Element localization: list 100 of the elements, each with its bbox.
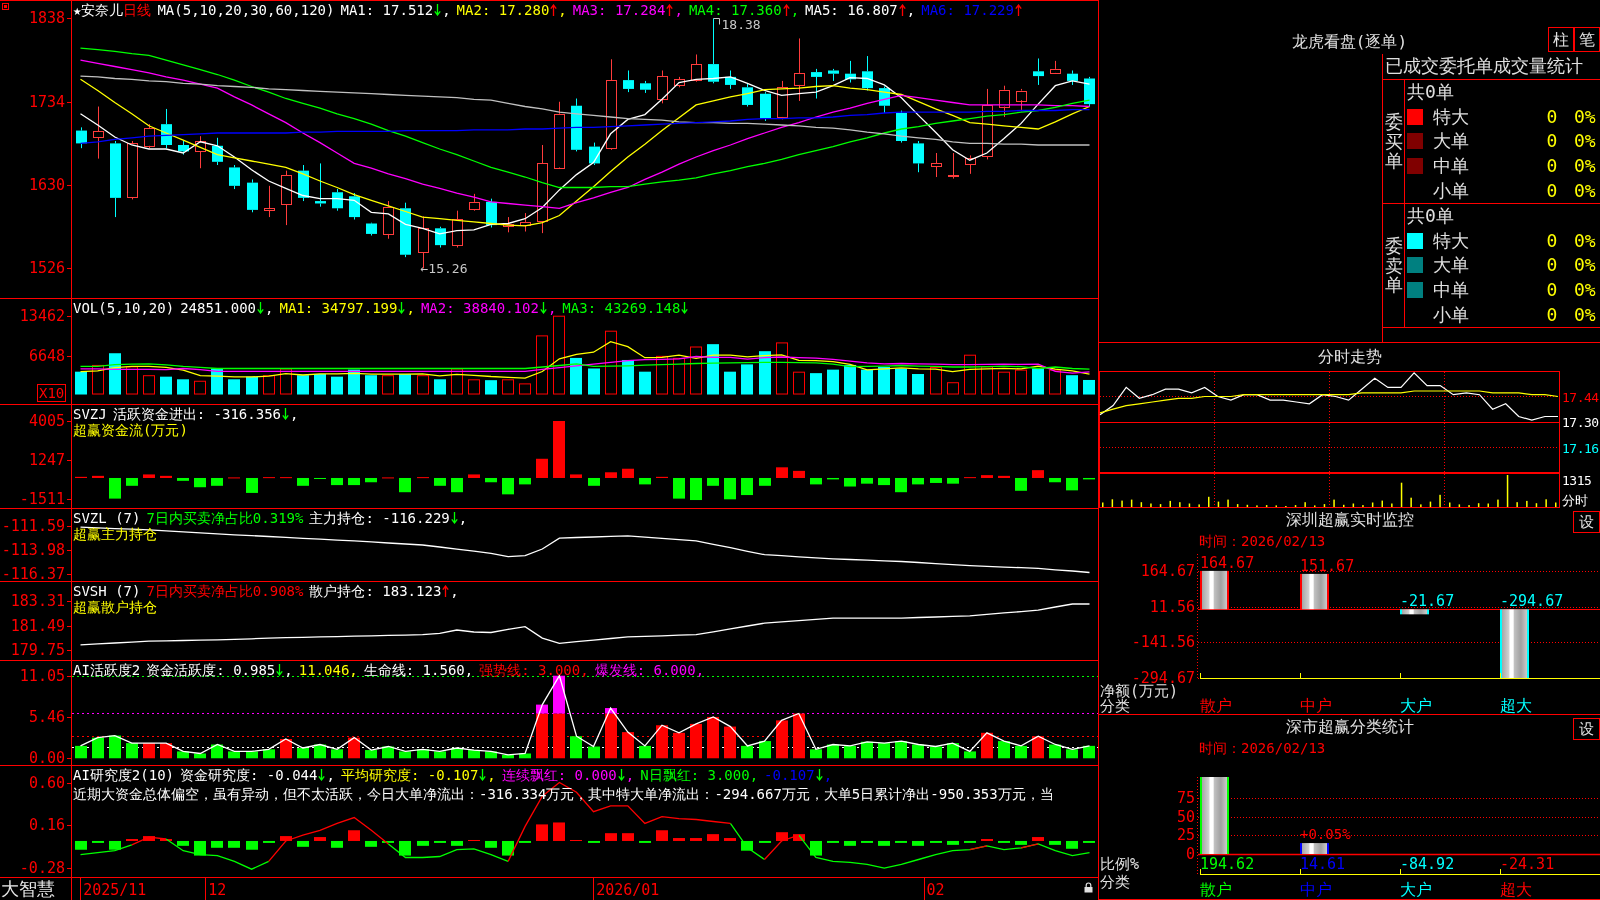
- fund-flow-bar: [861, 478, 873, 484]
- separator-text: ,: [790, 2, 800, 18]
- research-bar: [912, 840, 924, 846]
- fund-flow-bar: [399, 478, 411, 493]
- volume-bar: [1066, 375, 1078, 395]
- activity-bar: [998, 741, 1010, 759]
- order-share: 0%: [1574, 154, 1597, 179]
- separator-text: ,: [547, 300, 557, 316]
- fund-flow-bar: [194, 478, 206, 488]
- indicator-name: SVSH (7): [73, 583, 141, 599]
- volume-bar: [588, 368, 600, 395]
- research-bar: [365, 840, 377, 847]
- activity-bar: [1032, 736, 1044, 759]
- amount-label: -84.92: [1400, 855, 1455, 873]
- volume-bar: [639, 371, 651, 395]
- axis-label: 179.75: [10, 640, 65, 659]
- candlestick: [948, 152, 959, 180]
- research-bar: [776, 832, 788, 841]
- separator-text: ,: [823, 767, 833, 783]
- volume-bar: [399, 374, 411, 395]
- volume-bar: [365, 375, 377, 395]
- app-logo: 大智慧: [1, 879, 55, 899]
- activity-bar: [1083, 745, 1095, 759]
- category-label: 散户: [1200, 880, 1232, 899]
- activity-bar: [468, 750, 480, 759]
- activity-bar: [382, 746, 394, 759]
- research-bar: [656, 830, 668, 841]
- research-bar: [553, 822, 565, 841]
- category-label: 中户: [1300, 696, 1332, 714]
- research-bar: [690, 838, 702, 841]
- square-icon: [2, 3, 9, 10]
- volume-bar: [656, 355, 668, 395]
- view-button[interactable]: 柱: [1548, 27, 1574, 52]
- candlestick: [862, 55, 873, 91]
- view-button[interactable]: 笔: [1574, 27, 1600, 52]
- research-bar: [895, 840, 907, 843]
- volume-bar: [844, 364, 856, 395]
- fund-flow-bar: [331, 478, 343, 486]
- volume-bar: [228, 379, 240, 395]
- fund-flow-bar: [759, 478, 771, 486]
- volume-bar: [930, 367, 942, 395]
- chart-bar: [1200, 570, 1229, 610]
- axis-label: -116.37: [1, 564, 65, 581]
- activity-bar: [570, 736, 582, 759]
- separator-text: ,: [290, 406, 299, 422]
- activity-bar: [793, 713, 805, 759]
- volume-bar: [707, 344, 719, 395]
- order-size-label: 中单: [1433, 154, 1470, 179]
- separator-text: ,: [458, 510, 468, 526]
- legend-text: 生命线: 1.560,: [363, 662, 474, 678]
- axis-label: -141.56: [1131, 633, 1195, 652]
- fund-flow-bar: [810, 478, 822, 485]
- activity-bar: [912, 744, 924, 759]
- volume-bar: [861, 369, 873, 395]
- activity-bar: [1015, 745, 1027, 759]
- candlestick: [828, 68, 839, 82]
- data-label: 151.67: [1300, 556, 1355, 575]
- activity-bar: [280, 739, 292, 759]
- activity-bar: [211, 744, 223, 759]
- settings-button[interactable]: 设: [1573, 718, 1600, 740]
- unit-label: X10: [37, 384, 67, 402]
- candlestick: [982, 88, 993, 160]
- fund-flow-bar: [981, 475, 993, 478]
- category-label: 中户: [1300, 880, 1332, 899]
- side-label: 委买单: [1384, 111, 1403, 172]
- side-label: 委卖单: [1384, 235, 1403, 296]
- order-count: 0: [1545, 302, 1559, 327]
- volume-bar: [280, 368, 292, 395]
- axis-label: 6648: [28, 346, 65, 365]
- fund-flow-bar: [468, 474, 480, 478]
- legend-text: 资金活跃度: 0.985: [146, 662, 276, 678]
- separator-text: ,: [326, 767, 335, 783]
- research-bar: [605, 833, 617, 841]
- date-label: 12: [208, 881, 227, 899]
- order-size-label: 特大: [1433, 104, 1470, 129]
- data-label: -21.67: [1400, 592, 1455, 611]
- activity-bar: [588, 746, 600, 759]
- amount-label: 194.62: [1200, 855, 1255, 873]
- activity-bar: [399, 751, 411, 759]
- axis-label: 75: [1176, 788, 1195, 807]
- settings-button[interactable]: 设: [1573, 511, 1600, 533]
- axis-label: 181.49: [10, 617, 65, 636]
- axis-label: -113.98: [1, 540, 65, 559]
- indicator-caption: 超赢主力持仓: [73, 526, 157, 542]
- activity-bar: [451, 747, 463, 759]
- panel-title: 深市超赢分类统计: [1285, 717, 1414, 738]
- candlestick: [845, 60, 856, 83]
- research-bar: [827, 840, 839, 843]
- activity-bar: [1066, 749, 1078, 759]
- research-bar: [143, 836, 155, 841]
- fund-flow-bar: [365, 478, 377, 483]
- legend-text: MA1: 34797.199: [279, 300, 398, 316]
- research-bar: [878, 840, 890, 846]
- axis-title: 比例%: [1100, 855, 1140, 873]
- fund-flow-bar: [1066, 478, 1078, 491]
- amount-label: -24.31: [1500, 855, 1555, 873]
- volume-bar: [673, 357, 685, 395]
- order-total: 共0单: [1407, 81, 1454, 103]
- axis-label: 164.67: [1140, 561, 1195, 580]
- order-share: 0%: [1574, 178, 1597, 203]
